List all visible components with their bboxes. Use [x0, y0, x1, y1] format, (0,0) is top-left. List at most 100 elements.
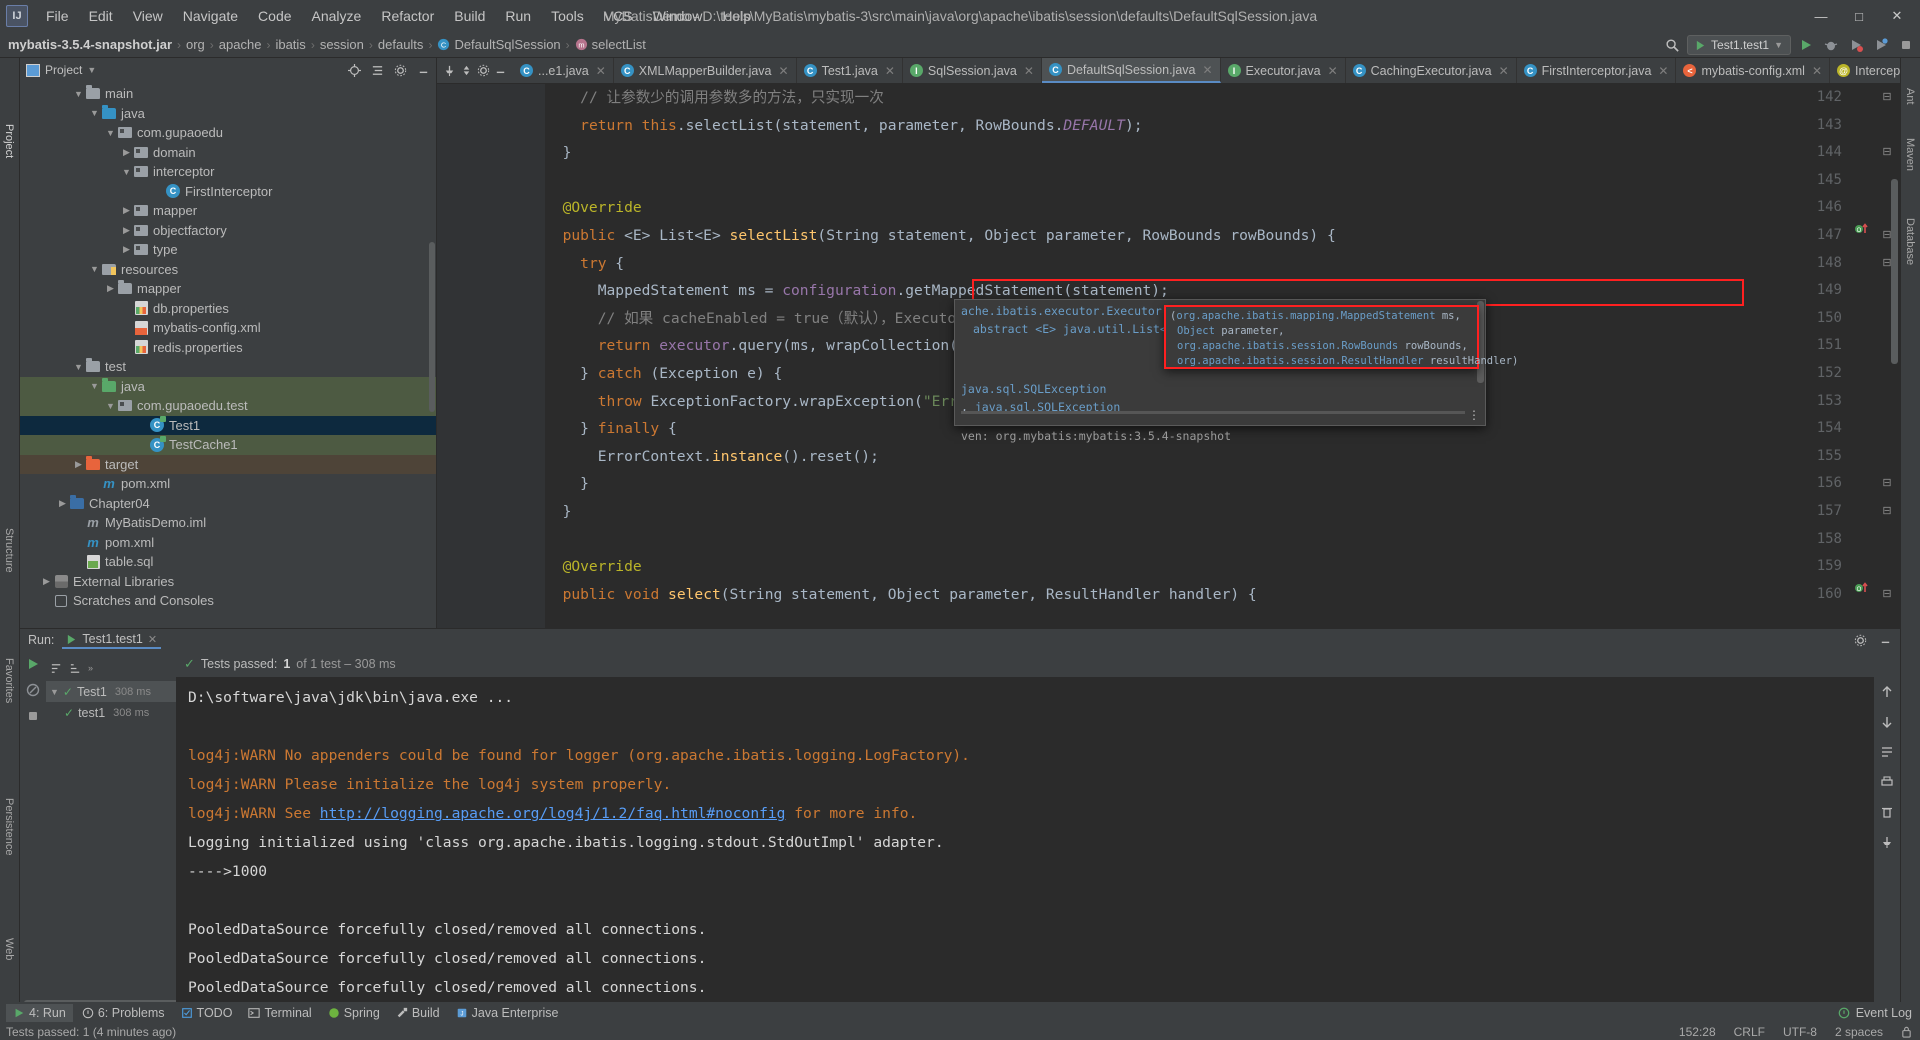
minimize-button[interactable]: — — [1802, 1, 1840, 31]
test-list[interactable]: ▼ ✓ Test1 308 ms ✓ test1 308 ms — [46, 681, 176, 723]
tree-node-scratches-and-consoles[interactable]: Scratches and Consoles — [20, 591, 436, 611]
menu-view[interactable]: View — [123, 5, 173, 27]
tree-node-mapper[interactable]: ▶ mapper — [20, 279, 436, 299]
code-fold-toggle[interactable]: ⊟ — [1880, 498, 1894, 526]
indent-setting[interactable]: 2 spaces — [1835, 1025, 1883, 1039]
tree-node-interceptor[interactable]: ▼ interceptor — [20, 162, 436, 182]
chevron-right-icon[interactable]: ▶ — [72, 459, 85, 470]
menu-tools[interactable]: Tools — [541, 5, 594, 27]
minimize-icon[interactable] — [417, 64, 430, 77]
gear-icon[interactable] — [477, 64, 490, 77]
tool-window-button-build[interactable]: Build — [389, 1004, 447, 1022]
breadcrumb-item-org[interactable]: org — [186, 37, 205, 52]
editor-tab-firstinterceptor-java[interactable]: C FirstInterceptor.java ✕ — [1517, 58, 1677, 83]
stop-icon[interactable] — [26, 709, 40, 723]
run-configuration-selector[interactable]: Test1.test1 ▼ — [1687, 35, 1791, 55]
breadcrumb-item-selectlist[interactable]: m selectList — [575, 37, 646, 52]
chevron-down-icon[interactable]: ▼ — [50, 687, 59, 697]
tree-node-main[interactable]: ▼ main — [20, 84, 436, 104]
breadcrumb-item-defaults[interactable]: defaults — [378, 37, 424, 52]
chevron-down-icon[interactable]: ▼ — [87, 65, 96, 75]
parameter-info-popup[interactable]: (org.apache.ibatis.mapping.MappedStateme… — [1164, 305, 1518, 369]
menu-code[interactable]: Code — [248, 5, 301, 27]
breadcrumb-item-apache[interactable]: apache — [219, 37, 262, 52]
breadcrumb-item-mybatis-3-5-4-snapshot-jar[interactable]: mybatis-3.5.4-snapshot.jar — [8, 37, 172, 52]
tree-node-type[interactable]: ▶ type — [20, 240, 436, 260]
chevron-right-icon[interactable]: ▶ — [120, 225, 133, 236]
tool-window-button-todo[interactable]: TODO — [174, 1004, 240, 1022]
tree-node-firstinterceptor[interactable]: C FirstInterceptor — [20, 182, 436, 202]
tool-strip-project[interactable]: Project — [3, 124, 15, 158]
tool-window-button-java-enterprise[interactable]: J Java Enterprise — [449, 1004, 566, 1022]
menu-refactor[interactable]: Refactor — [371, 5, 444, 27]
code-fold-toggle[interactable]: ⊟ — [1880, 84, 1894, 112]
tree-node-resources[interactable]: ▼ resources — [20, 260, 436, 280]
chevron-right-icon[interactable]: ▶ — [56, 498, 69, 509]
editor-tab----e1-java[interactable]: C ...e1.java ✕ — [513, 58, 614, 83]
editor-tab-mybatis-config-xml[interactable]: < mybatis-config.xml ✕ — [1676, 58, 1831, 83]
chevron-right-icon[interactable]: ▶ — [40, 576, 53, 587]
line-separator[interactable]: CRLF — [1734, 1025, 1765, 1039]
maximize-button[interactable]: □ — [1840, 1, 1878, 31]
rerun-failed-icon[interactable] — [26, 683, 40, 697]
close-icon[interactable]: ✕ — [1812, 64, 1822, 78]
breadcrumb-item-defaultsqlsession[interactable]: C DefaultSqlSession — [437, 37, 561, 52]
menu-file[interactable]: File — [36, 5, 79, 27]
tool-window-event-log[interactable]: Event Log — [1856, 1006, 1912, 1020]
run-button[interactable] — [1796, 35, 1816, 55]
tool-strip-ant[interactable]: Ant — [1904, 88, 1916, 105]
more-vertical-icon[interactable]: ⋮ — [1468, 408, 1480, 422]
run-with-coverage-button[interactable] — [1846, 35, 1866, 55]
override-marker-icon[interactable]: O — [1854, 222, 1872, 250]
close-icon[interactable]: ✕ — [1024, 64, 1034, 78]
chevron-down-icon[interactable]: ▼ — [104, 128, 117, 138]
tool-strip-favorites[interactable]: Favorites — [3, 658, 15, 703]
tree-node-mybatisdemo-iml[interactable]: m MyBatisDemo.iml — [20, 513, 436, 533]
tree-node-redis-properties[interactable]: redis.properties — [20, 338, 436, 358]
rerun-icon[interactable] — [26, 657, 40, 671]
run-tab-test1[interactable]: Test1.test1 ✕ — [62, 631, 162, 649]
chevron-down-icon[interactable]: ▼ — [72, 89, 85, 99]
minimize-icon[interactable] — [494, 64, 507, 77]
close-icon[interactable]: ✕ — [779, 64, 789, 78]
code-fold-toggle[interactable]: ⊟ — [1880, 139, 1894, 167]
tree-node-com-gupaoedu-test[interactable]: ▼ com.gupaoedu.test — [20, 396, 436, 416]
test-row-test1[interactable]: ▼ ✓ Test1 308 ms — [46, 681, 176, 702]
chevron-down-icon[interactable]: ▼ — [104, 401, 117, 411]
tree-node-pom-xml[interactable]: m pom.xml — [20, 474, 436, 494]
test-results-tree[interactable]: » ▼ ✓ Test1 308 ms ✓ test1 308 ms — [24, 651, 204, 1008]
menu-edit[interactable]: Edit — [79, 5, 123, 27]
editor-tab-xmlmapperbuilder-java[interactable]: C XMLMapperBuilder.java ✕ — [614, 58, 797, 83]
editor-tab-sqlsession-java[interactable]: I SqlSession.java ✕ — [903, 58, 1042, 83]
menu-navigate[interactable]: Navigate — [173, 5, 248, 27]
menu-analyze[interactable]: Analyze — [302, 5, 372, 27]
caret-position[interactable]: 152:28 — [1679, 1025, 1716, 1039]
chevron-down-icon[interactable]: ▼ — [88, 381, 101, 391]
close-icon[interactable]: ✕ — [1202, 63, 1212, 77]
tree-node-com-gupaoedu[interactable]: ▼ com.gupaoedu — [20, 123, 436, 143]
sort-alpha-icon[interactable] — [50, 662, 63, 675]
close-icon[interactable]: ✕ — [1499, 64, 1509, 78]
tree-node-db-properties[interactable]: db.properties — [20, 299, 436, 319]
console-output[interactable]: D:\software\java\jdk\bin\java.exe ... lo… — [176, 677, 1874, 1008]
chevron-right-icon[interactable]: ▶ — [104, 283, 117, 294]
override-marker-icon[interactable]: O — [1854, 581, 1872, 609]
debug-button[interactable] — [1821, 35, 1841, 55]
chevron-down-icon[interactable]: ▼ — [88, 264, 101, 274]
scroll-down-icon[interactable] — [1880, 715, 1894, 729]
popup-horizontal-scrollbar[interactable] — [961, 411, 1465, 414]
tool-strip-persistence[interactable]: Persistence — [3, 798, 15, 855]
code-fold-toggle[interactable]: ⊟ — [1880, 470, 1894, 498]
trash-icon[interactable] — [1880, 805, 1894, 819]
chevron-right-icon[interactable]: ▶ — [120, 205, 133, 216]
scroll-up-icon[interactable] — [1880, 685, 1894, 699]
sort-duration-icon[interactable] — [69, 662, 82, 675]
pin-icon[interactable] — [1880, 835, 1894, 849]
tree-node-pom-xml[interactable]: m pom.xml — [20, 533, 436, 553]
profile-button[interactable] — [1871, 35, 1891, 55]
tree-node-mapper[interactable]: ▶ mapper — [20, 201, 436, 221]
close-icon[interactable]: ✕ — [885, 64, 895, 78]
editor-tab-defaultsqlsession-java[interactable]: C DefaultSqlSession.java ✕ — [1041, 58, 1221, 83]
search-icon[interactable] — [1662, 35, 1682, 55]
project-tree-scrollbar[interactable] — [429, 242, 435, 412]
